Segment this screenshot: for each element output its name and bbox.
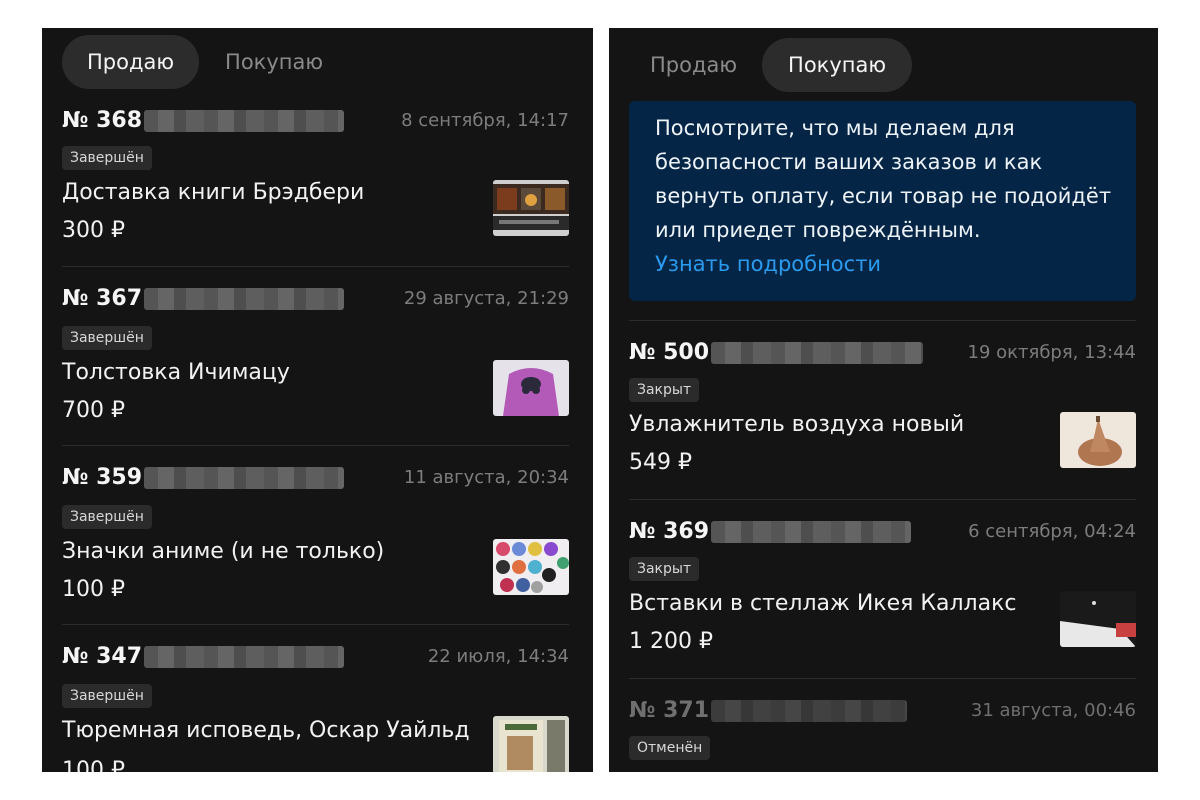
order-number: № 500 <box>629 340 924 365</box>
order-price: 1 200 ₽ <box>629 629 713 654</box>
status-badge: Завершён <box>62 146 152 170</box>
divider <box>629 678 1136 679</box>
redacted-number-mask <box>144 645 345 668</box>
order-title: Значки аниме (и не только) <box>62 539 385 564</box>
order-title: Вставки в стеллаж Икея Каллакс <box>629 591 1017 616</box>
learn-more-link[interactable]: Узнать подробности <box>655 247 1114 281</box>
order-number: № 371 <box>629 698 908 723</box>
order-date: 19 октября, 13:44 <box>967 342 1137 363</box>
order-title: Толстовка Ичимацу <box>62 360 290 385</box>
order-price: 300 ₽ <box>62 218 125 243</box>
divider <box>62 445 569 446</box>
tab-bar: Продаю Покупаю <box>62 35 349 89</box>
order-date: 11 августа, 20:34 <box>403 467 569 488</box>
redacted-number-mask <box>144 466 345 489</box>
badges-thumbnail <box>493 539 569 595</box>
humidifier-thumbnail <box>1060 412 1136 468</box>
safety-info-banner: Посмотрите, что мы делаем для безопаснос… <box>629 101 1136 301</box>
tab-selling[interactable]: Продаю <box>62 35 200 89</box>
order-price: 100 ₽ <box>62 758 125 772</box>
status-badge: Завершён <box>62 505 152 529</box>
order-title: Доставка книги Брэдбери <box>62 180 365 205</box>
tab-buying[interactable]: Покупаю <box>762 38 913 92</box>
order-card[interactable]: № 368 8 сентября, 14:17 Завершён Доставк… <box>62 98 569 276</box>
order-number: № 368 <box>62 108 345 133</box>
redacted-number-mask <box>144 287 345 310</box>
order-date: 6 сентября, 04:24 <box>968 521 1136 542</box>
tab-bar: Продаю Покупаю <box>629 38 913 92</box>
order-card[interactable]: № 500 19 октября, 13:44 Закрыт Увлажните… <box>629 320 1136 498</box>
sales-panel: Продаю Покупаю № 368 8 сентября, 14:17 З… <box>42 28 593 772</box>
divider <box>629 320 1136 321</box>
order-card[interactable]: № 369 6 сентября, 04:24 Закрыт Вставки в… <box>629 499 1136 677</box>
tab-selling[interactable]: Продаю <box>629 38 762 92</box>
order-price: 700 ₽ <box>62 398 125 423</box>
order-card[interactable]: № 371 31 августа, 00:46 Отменён <box>629 678 1136 772</box>
info-text: Посмотрите, что мы делаем для безопаснос… <box>655 116 1112 242</box>
hoodie-thumbnail <box>493 360 569 416</box>
tab-buying[interactable]: Покупаю <box>199 35 349 89</box>
divider <box>62 624 569 625</box>
shelf-insert-thumbnail <box>1060 591 1136 647</box>
status-badge: Завершён <box>62 684 152 708</box>
order-price: 100 ₽ <box>62 577 125 602</box>
order-title: Увлажнитель воздуха новый <box>629 412 965 437</box>
book-thumbnail <box>493 716 569 772</box>
purchases-panel: Продаю Покупаю Посмотрите, что мы делаем… <box>609 28 1158 772</box>
status-badge: Закрыт <box>629 378 700 402</box>
status-badge: Отменён <box>629 736 711 760</box>
redacted-number-mask <box>144 109 345 132</box>
redacted-number-mask <box>711 520 912 543</box>
order-price: 549 ₽ <box>629 450 692 475</box>
order-card[interactable]: № 367 29 августа, 21:29 Завершён Толстов… <box>62 266 569 444</box>
order-number: № 369 <box>629 519 912 544</box>
book-cover-thumbnail <box>493 180 569 236</box>
status-badge: Завершён <box>62 326 152 350</box>
divider <box>629 499 1136 500</box>
order-number: № 359 <box>62 465 345 490</box>
status-badge: Закрыт <box>629 557 700 581</box>
order-number: № 367 <box>62 286 345 311</box>
order-date: 29 августа, 21:29 <box>403 288 569 309</box>
order-card[interactable]: № 347 22 июля, 14:34 Завершён Тюремная и… <box>62 624 569 772</box>
order-number: № 347 <box>62 644 345 669</box>
redacted-number-mask <box>711 341 924 364</box>
order-date: 31 августа, 00:46 <box>970 700 1136 721</box>
order-card[interactable]: № 359 11 августа, 20:34 Завершён Значки … <box>62 445 569 623</box>
order-title: Тюремная исповедь, Оскар Уайльд <box>62 718 470 743</box>
divider <box>62 266 569 267</box>
redacted-number-mask <box>711 699 908 722</box>
order-date: 8 сентября, 14:17 <box>401 110 569 131</box>
order-date: 22 июля, 14:34 <box>427 646 569 667</box>
